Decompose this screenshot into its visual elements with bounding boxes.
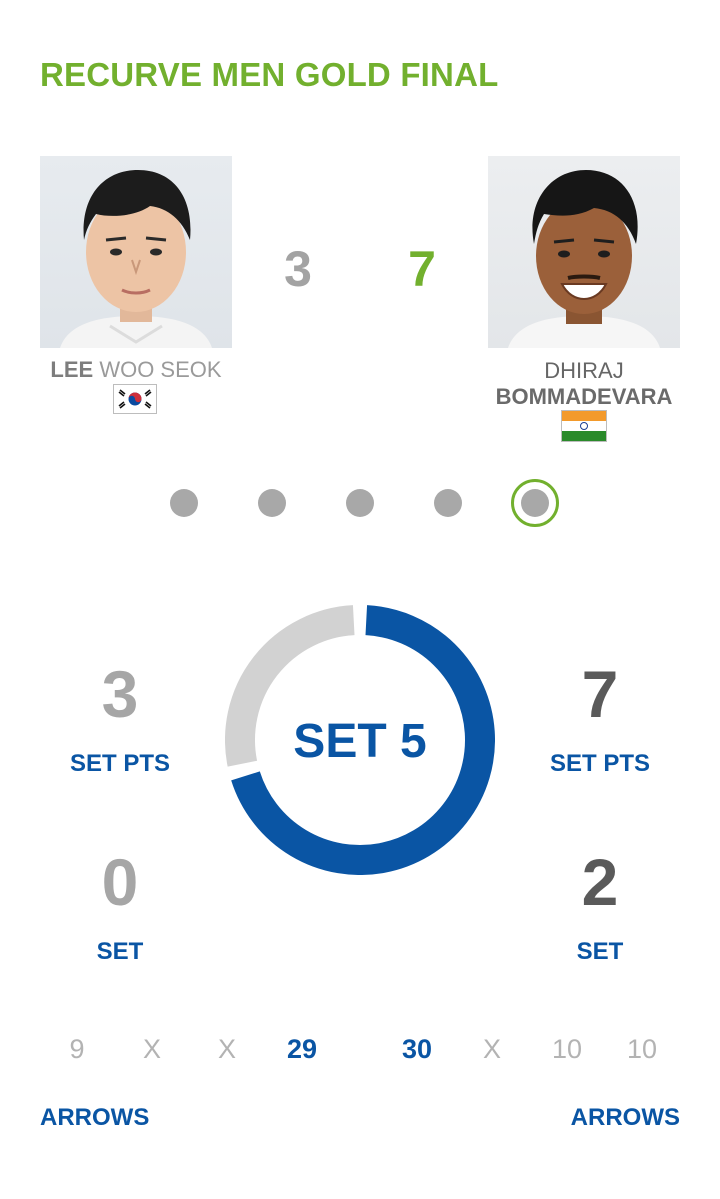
right-set-points: 7 <box>581 657 619 731</box>
set-4-dot[interactable] <box>434 489 462 517</box>
left-set-score: 0 <box>101 845 139 919</box>
current-set-label: SET 5 <box>293 715 427 768</box>
athlete-left-portrait <box>60 170 212 348</box>
athlete-right-given-name[interactable]: DHIRAJ <box>488 358 680 384</box>
india-flag-icon <box>561 410 607 442</box>
athlete-left-given-name: WOO SEOK <box>99 357 222 382</box>
right-arrow-total: 30 <box>401 1034 433 1064</box>
right-set-label: SET <box>576 938 624 965</box>
south-korea-flag-icon <box>113 384 157 414</box>
right-set-points-label: SET PTS <box>549 750 651 777</box>
left-arrow-3: X <box>217 1034 236 1064</box>
set-5-dot-active[interactable] <box>511 479 559 527</box>
set-5-dot <box>521 489 549 517</box>
left-set-points-label: SET PTS <box>69 750 171 777</box>
athlete-right-photo[interactable] <box>488 156 680 348</box>
left-arrows-label: ARROWS <box>40 1104 150 1131</box>
set-3-dot[interactable] <box>346 489 374 517</box>
page-title: RECURVE MEN GOLD FINAL <box>40 56 499 93</box>
right-set-score: 2 <box>581 845 619 919</box>
right-arrow-3: 10 <box>626 1034 658 1064</box>
athlete-right-family-name[interactable]: BOMMADEVARA <box>488 384 680 410</box>
athlete-left-family-name: LEE <box>50 357 94 382</box>
right-arrow-1: X <box>482 1034 501 1064</box>
athlete-left-photo[interactable] <box>40 156 232 348</box>
athlete-right-portrait <box>508 170 660 348</box>
right-arrows-label: ARROWS <box>570 1104 680 1131</box>
set-2-dot[interactable] <box>258 489 286 517</box>
match-score-right: 7 <box>408 241 436 297</box>
left-arrow-total: 29 <box>286 1034 318 1064</box>
left-set-points: 3 <box>101 657 139 731</box>
left-arrow-2: X <box>142 1034 161 1064</box>
left-arrow-1: 9 <box>69 1034 85 1064</box>
match-score-left: 3 <box>284 241 312 297</box>
left-set-label: SET <box>96 938 144 965</box>
right-arrow-2: 10 <box>551 1034 583 1064</box>
set-1-dot[interactable] <box>170 489 198 517</box>
athlete-left-name[interactable]: LEE WOO SEOK <box>40 357 232 383</box>
